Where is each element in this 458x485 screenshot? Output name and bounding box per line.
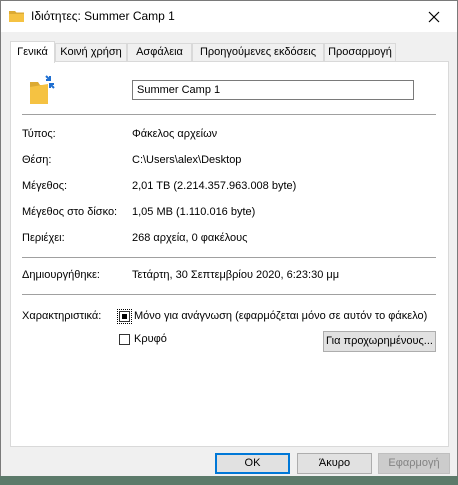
shared-folder-icon [30, 75, 55, 104]
tab-security[interactable]: Ασφάλεια [127, 43, 192, 61]
window-title: Ιδιότητες: Summer Camp 1 [31, 9, 175, 23]
tab-previous-versions[interactable]: Προηγούμενες εκδόσεις [192, 43, 324, 61]
readonly-label: Μόνο για ανάγνωση (εφαρμόζεται μόνο σε α… [134, 310, 428, 322]
close-button[interactable] [411, 1, 457, 32]
advanced-button[interactable]: Για προχωρημένους... [323, 331, 436, 352]
separator [22, 294, 436, 295]
properties-window: Ιδιότητες: Summer Camp 1 Γενικά Κοινή χρ… [0, 0, 458, 485]
size-on-disk-value: 1,05 MB (1.110.016 byte) [132, 206, 256, 218]
folder-icon [9, 11, 24, 22]
separator [22, 257, 436, 258]
desktop-background-strip [0, 476, 458, 485]
apply-button[interactable]: Εφαρμογή [378, 453, 450, 474]
size-label: Μέγεθος: [22, 180, 68, 192]
type-label: Τύπος: [22, 128, 56, 140]
location-label: Θέση: [22, 154, 52, 166]
attributes-label: Χαρακτηριστικά: [22, 310, 102, 322]
separator [22, 114, 436, 115]
contains-value: 268 αρχεία, 0 φακέλους [132, 232, 248, 244]
hidden-label: Κρυφό [134, 333, 167, 345]
title-bar: Ιδιότητες: Summer Camp 1 [1, 1, 457, 32]
size-on-disk-label: Μέγεθος στο δίσκο: [22, 206, 118, 218]
general-tab-panel: Summer Camp 1 Τύπος: Φάκελος αρχείων Θέσ… [10, 61, 449, 447]
readonly-checkbox[interactable] [117, 309, 132, 324]
tab-customize[interactable]: Προσαρμογή [324, 43, 396, 61]
cancel-button[interactable]: Άκυρο [297, 453, 372, 474]
created-value: Τετάρτη, 30 Σεπτεμβρίου 2020, 6:23:30 μμ [132, 269, 340, 281]
location-value: C:\Users\alex\Desktop [132, 154, 242, 166]
type-value: Φάκελος αρχείων [132, 128, 218, 140]
created-label: Δημιουργήθηκε: [22, 269, 100, 281]
close-icon [428, 11, 440, 22]
hidden-checkbox[interactable] [119, 334, 130, 345]
ok-button[interactable]: OK [215, 453, 290, 474]
tab-sharing[interactable]: Κοινή χρήση [55, 43, 127, 61]
tab-general[interactable]: Γενικά [10, 41, 55, 63]
size-value: 2,01 TB (2.214.357.963.008 byte) [132, 180, 297, 192]
contains-label: Περιέχει: [22, 232, 65, 244]
folder-name-input[interactable]: Summer Camp 1 [132, 80, 414, 100]
